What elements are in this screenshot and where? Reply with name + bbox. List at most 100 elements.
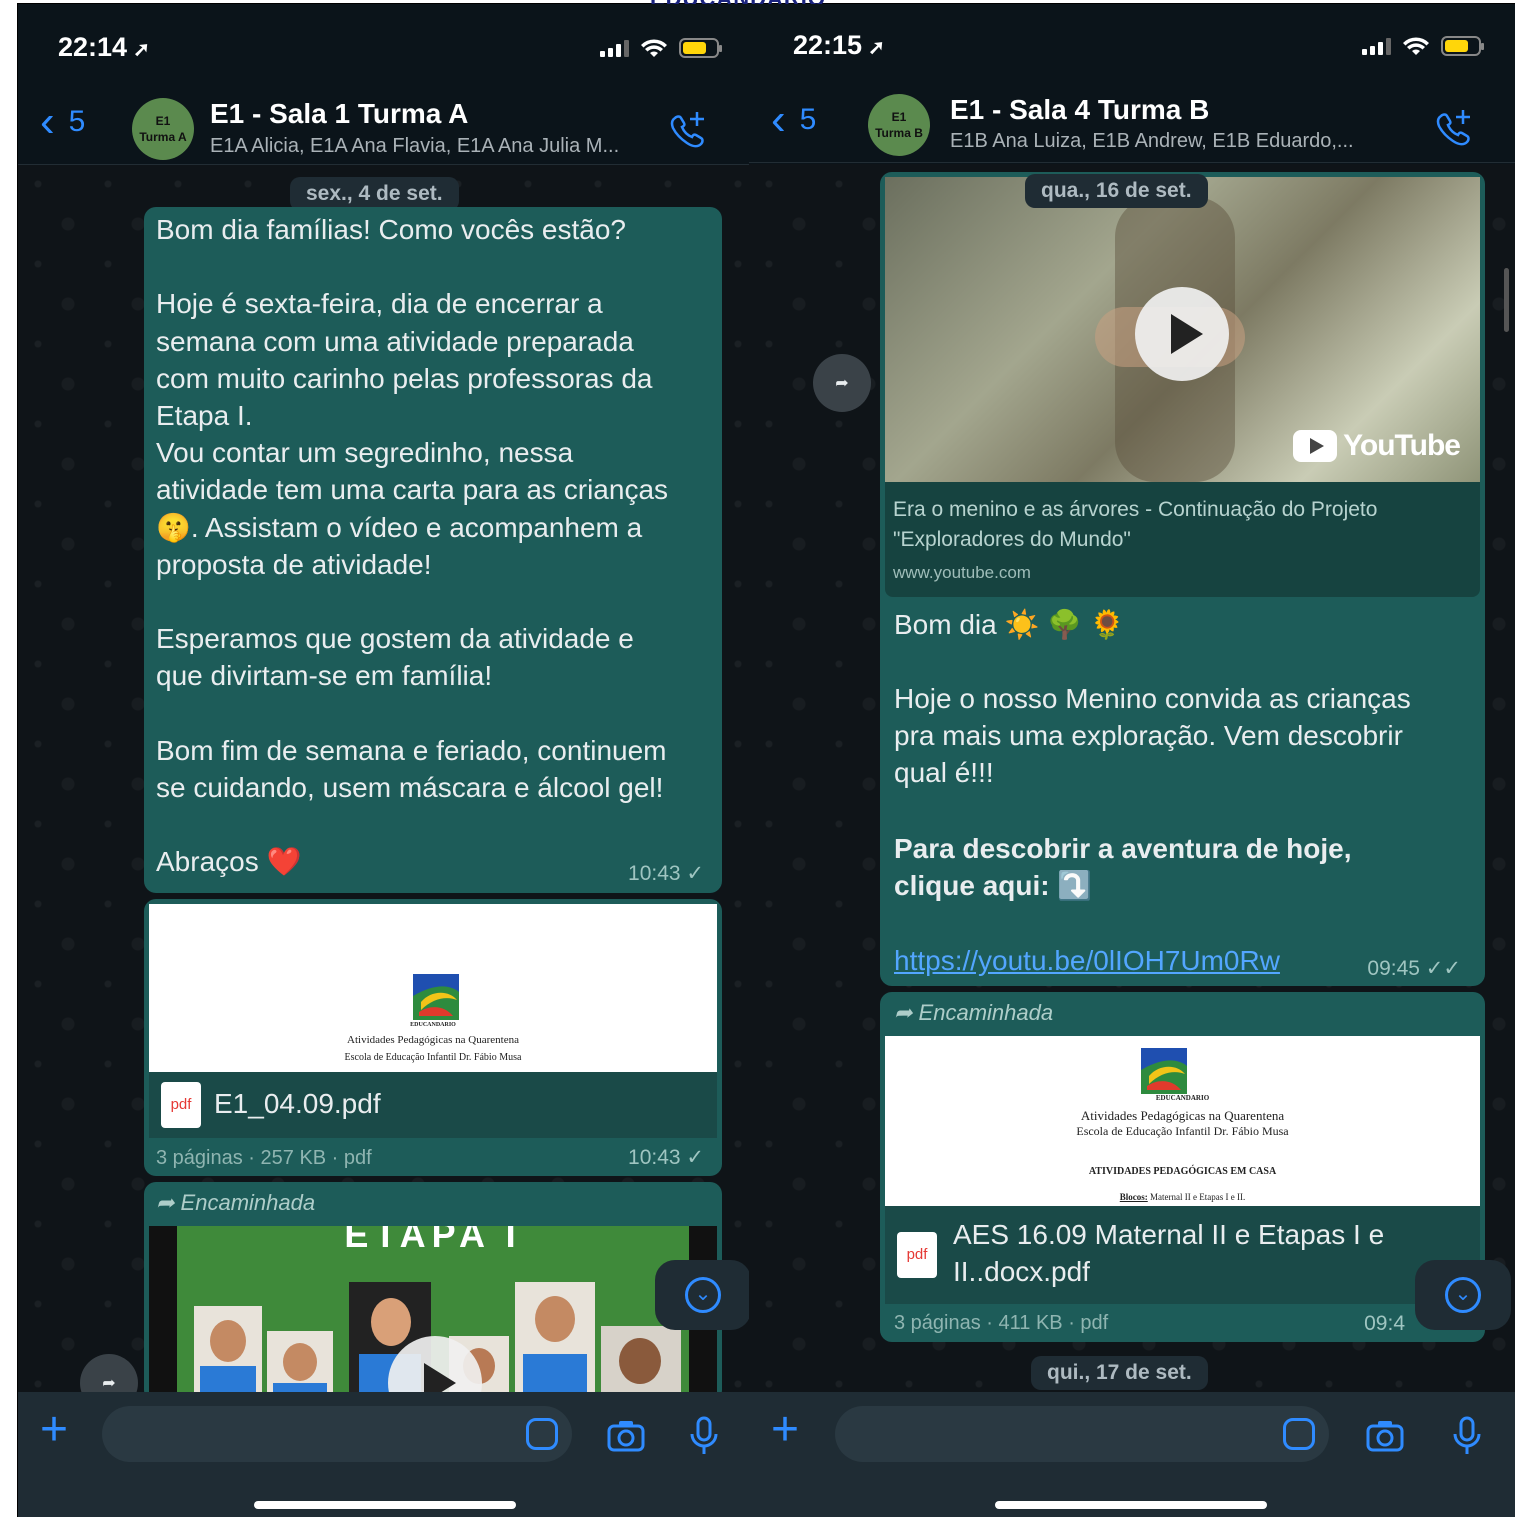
chat-header: ‹ 5 E1 Turma B E1 - Sala 4 Turma B E1B Ana…: [749, 88, 1515, 163]
group-members[interactable]: E1A Alicia, E1A Ana Flavia, E1A Ana Juli…: [210, 135, 619, 158]
chevron-left-icon: ‹: [771, 95, 786, 144]
file-name: AES 16.09 Maternal II e Etapas I e II..d…: [953, 1219, 1385, 1287]
sticker-icon[interactable]: [526, 1418, 558, 1450]
status-time: 22:14 ➚: [58, 32, 150, 62]
message-bold: Para descobrir a aventura de hoje, cliqu…: [894, 833, 1352, 902]
chevron-left-icon: ‹: [40, 97, 55, 146]
battery-icon: [1441, 36, 1484, 56]
teacher-photo: [194, 1306, 262, 1406]
file-meta: 3 páginas · 411 KB · pdf: [894, 1312, 1109, 1334]
back-button[interactable]: ‹ 5: [771, 95, 817, 144]
educandario-logo-icon: [1141, 1048, 1187, 1094]
play-icon[interactable]: [1135, 287, 1229, 381]
doc-heading: Atividades Pedagógicas na Quarentena: [1080, 1108, 1285, 1123]
unread-count: 5: [68, 105, 86, 138]
left-phone-screen: 22:14 ➚ ‹ 5 E1 Turma A E1 - Sala 1 Turma A …: [18, 4, 749, 1517]
scroll-down-button[interactable]: ⌄: [655, 1260, 749, 1330]
forwarded-video-message[interactable]: ➦ Encaminhada ETAPA I: [144, 1182, 722, 1406]
plus-icon[interactable]: +: [40, 1402, 68, 1457]
status-icons: [1362, 36, 1484, 56]
wifi-icon: [1403, 37, 1429, 55]
doc-school: Escola de Educação Infantil Dr. Fábio Mu…: [344, 1052, 522, 1063]
signal-icon: [1362, 37, 1391, 55]
composer-bar: +: [18, 1392, 749, 1517]
forwarded-file-message[interactable]: ➦ Encaminhada EDUCANDARIO Atividades Ped…: [880, 992, 1485, 1342]
file-meta: 3 páginas · 257 KB · pdf: [156, 1147, 372, 1169]
group-title[interactable]: E1 - Sala 1 Turma A: [210, 98, 468, 130]
message-input[interactable]: [102, 1406, 572, 1462]
microphone-icon[interactable]: [1447, 1416, 1487, 1456]
file-name: E1_04.09.pdf: [214, 1088, 381, 1119]
file-message[interactable]: EDUCANDARIO Atividades Pedagógicas na Qu…: [144, 899, 722, 1176]
video-thumbnail[interactable]: ETAPA I: [149, 1226, 717, 1406]
pdf-icon: pdf: [897, 1232, 937, 1278]
message-text: Bom dia famílias! Como vocês estão? Hoje…: [156, 214, 669, 878]
scrollbar[interactable]: [1504, 268, 1509, 332]
link-preview[interactable]: YouTube Era o menino e as árvores - Cont…: [885, 177, 1480, 597]
doc-section-title: ATIVIDADES PEDAGÓGICAS EM CASA: [1088, 1166, 1277, 1177]
doc-heading: Atividades Pedagógicas na Quarentena: [347, 1034, 519, 1046]
doc-school: Escola de Educação Infantil Dr. Fábio Mu…: [1076, 1124, 1289, 1138]
doc-logo-text: EDUCANDARIO: [1155, 1094, 1210, 1102]
youtube-link[interactable]: https://youtu.be/0lIOH7Um0Rw: [894, 942, 1280, 979]
add-call-icon[interactable]: [1433, 106, 1475, 148]
teacher-photo: [515, 1282, 595, 1406]
add-call-icon[interactable]: [667, 108, 709, 150]
back-button[interactable]: ‹ 5: [40, 97, 86, 146]
link-title: Era o menino e as árvores - Continuação …: [893, 498, 1378, 551]
composer-bar: +: [749, 1392, 1515, 1517]
message-input[interactable]: [835, 1406, 1329, 1462]
location-icon: ➚: [133, 39, 150, 61]
plus-icon[interactable]: +: [771, 1402, 799, 1457]
signal-icon: [600, 39, 629, 57]
file-bar[interactable]: pdf AES 16.09 Maternal II e Etapas I e I…: [885, 1206, 1480, 1304]
document-preview[interactable]: EDUCANDARIO Atividades Pedagógicas na Qu…: [885, 1036, 1480, 1206]
location-icon: ➚: [868, 37, 885, 59]
chevron-down-icon: ⌄: [685, 1277, 721, 1313]
status-icons: [600, 38, 722, 58]
educandario-logo-icon: [413, 974, 459, 1020]
greeting-text: Bom dia ☀️ 🌳 🌻: [894, 609, 1125, 640]
link-message-bubble[interactable]: YouTube Era o menino e as árvores - Cont…: [880, 172, 1485, 986]
sticker-icon[interactable]: [1283, 1418, 1315, 1450]
message-time: 09:45 ✓✓: [1367, 957, 1461, 980]
file-time: 10:43 ✓: [628, 1146, 704, 1169]
camera-icon[interactable]: [1365, 1416, 1405, 1456]
file-bar[interactable]: pdf E1_04.09.pdf: [149, 1072, 717, 1138]
pdf-icon: pdf: [161, 1082, 201, 1128]
group-members[interactable]: E1B Ana Luiza, E1B Andrew, E1B Eduardo,.…: [950, 130, 1354, 153]
video-thumbnail[interactable]: YouTube: [885, 177, 1480, 482]
video-title: ETAPA I: [344, 1226, 522, 1255]
link-domain: www.youtube.com: [893, 563, 1031, 582]
message-body: Hoje o nosso Menino convida as crianças …: [894, 683, 1411, 789]
unread-count: 5: [799, 103, 817, 136]
group-title[interactable]: E1 - Sala 4 Turma B: [950, 94, 1209, 126]
doc-blocks: Blocos: Maternal II e Etapas I e II.: [1119, 1192, 1246, 1202]
forwarded-label: ➦ Encaminhada: [894, 1000, 1054, 1025]
date-separator: qua., 16 de set.: [1025, 174, 1208, 208]
chevron-down-icon: ⌄: [1445, 1277, 1481, 1313]
group-avatar[interactable]: E1 Turma A: [132, 98, 194, 160]
document-preview[interactable]: EDUCANDARIO Atividades Pedagógicas na Qu…: [149, 904, 717, 1072]
group-avatar[interactable]: E1 Turma B: [868, 94, 930, 156]
date-separator-next: qui., 17 de set.: [1031, 1356, 1208, 1390]
message-time: 10:43 ✓: [628, 862, 704, 885]
forwarded-label: ➦ Encaminhada: [156, 1190, 316, 1215]
microphone-icon[interactable]: [684, 1416, 724, 1456]
file-time: 09:4: [1364, 1312, 1405, 1335]
battery-icon: [679, 38, 722, 58]
status-time: 22:15 ➚: [793, 30, 885, 60]
youtube-play-icon: [1293, 430, 1338, 462]
home-indicator[interactable]: [254, 1501, 516, 1509]
message-bubble[interactable]: Bom dia famílias! Como vocês estão? Hoje…: [144, 207, 722, 893]
camera-icon[interactable]: [606, 1416, 646, 1456]
chat-header: ‹ 5 E1 Turma A E1 - Sala 1 Turma A E1A Ali…: [18, 90, 749, 165]
right-phone-screen: 22:15 ➚ ‹ 5 E1 Turma B E1 - Sala 4 Turma B …: [749, 4, 1515, 1517]
doc-logo-text: EDUCANDARIO: [410, 1022, 456, 1028]
youtube-logo: YouTube: [1293, 429, 1461, 463]
forward-icon[interactable]: ➦: [813, 354, 871, 412]
home-indicator[interactable]: [995, 1501, 1267, 1509]
wifi-icon: [641, 39, 667, 57]
scroll-down-button[interactable]: ⌄: [1415, 1260, 1511, 1330]
date-separator: sex., 4 de set.: [290, 177, 459, 211]
